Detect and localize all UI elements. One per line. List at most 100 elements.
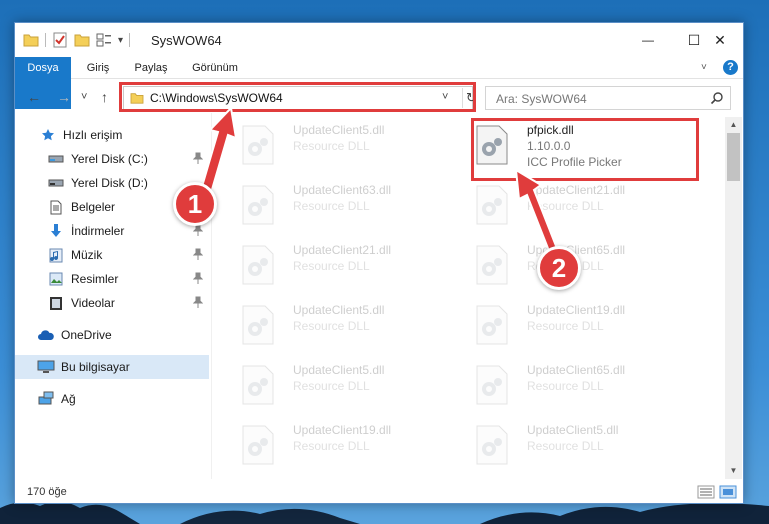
large-icons-view-icon[interactable] xyxy=(719,485,737,499)
search-placeholder[interactable]: Ara: SysWOW64 xyxy=(496,92,587,106)
dll-file-icon xyxy=(242,365,274,405)
pin-icon[interactable] xyxy=(193,248,203,260)
forward-button[interactable]: → xyxy=(57,89,71,105)
file-item[interactable]: UpdateClient65.dll Resource DLL xyxy=(467,359,697,411)
file-name: UpdateClient63.dll xyxy=(293,183,392,197)
scroll-up-icon[interactable]: ▲ xyxy=(725,117,742,133)
sidebar-item-label: Hızlı erişim xyxy=(63,128,123,142)
tab-home[interactable]: Giriş xyxy=(79,57,117,79)
file-item[interactable]: UpdateClient5.dll Resource DLL xyxy=(233,359,463,411)
dll-file-icon xyxy=(242,245,274,285)
file-type: Resource DLL xyxy=(293,139,370,153)
file-item[interactable]: UpdateClient21.dll Resource DLL xyxy=(467,179,697,231)
computer-icon xyxy=(37,359,55,375)
file-item[interactable]: UpdateClient5.dll Resource DLL xyxy=(233,299,463,351)
help-button[interactable]: ? xyxy=(723,60,738,75)
pin-icon[interactable] xyxy=(193,296,203,308)
file-name: UpdateClient19.dll xyxy=(293,423,392,437)
details-view-icon[interactable] xyxy=(697,485,715,499)
sidebar-item-label: Yerel Disk (C:) xyxy=(71,152,148,166)
dll-file-icon xyxy=(242,185,274,225)
minimize-button[interactable]: — xyxy=(625,23,671,57)
file-name: UpdateClient5.dll xyxy=(293,123,385,137)
sidebar-item-label: Belgeler xyxy=(71,200,116,214)
qat-dropdown-icon[interactable]: ▾ xyxy=(118,35,123,46)
navigation-pane: Hızlı erişim Yerel Disk (C:) Yerel Disk … xyxy=(15,119,211,479)
drive-icon xyxy=(47,151,65,167)
sidebar-item-label: Yerel Disk (D:) xyxy=(71,176,148,190)
search-box[interactable]: Ara: SysWOW64 xyxy=(485,86,731,110)
file-type: Resource DLL xyxy=(527,439,604,453)
sidebar-item-onedrive[interactable]: OneDrive xyxy=(15,323,209,347)
file-name: UpdateClient5.dll xyxy=(527,423,619,437)
title-bar: ▾ SysWOW64 — ☐ ✕ xyxy=(15,23,743,57)
video-icon xyxy=(47,295,65,311)
tab-share[interactable]: Paylaş xyxy=(129,57,173,79)
file-item[interactable]: UpdateClient19.dll Resource DLL xyxy=(467,299,697,351)
window-title: SysWOW64 xyxy=(151,33,222,48)
properties-icon[interactable] xyxy=(52,32,68,48)
dll-file-icon xyxy=(476,245,508,285)
sidebar-item-label: Müzik xyxy=(71,248,103,262)
sidebar-item-network[interactable]: Ağ xyxy=(15,387,209,411)
file-type: Resource DLL xyxy=(527,379,604,393)
address-bar-highlight xyxy=(119,82,476,112)
sidebar-item-local-disk-c[interactable]: Yerel Disk (C:) xyxy=(15,147,209,171)
tab-view[interactable]: Görünüm xyxy=(185,57,245,79)
music-icon xyxy=(47,247,65,263)
sidebar-item-label: Resimler xyxy=(71,272,119,286)
sidebar-item-music[interactable]: Müzik xyxy=(15,243,209,267)
view-options-icon[interactable] xyxy=(96,33,112,47)
item-count: 170 öğe xyxy=(27,486,67,498)
close-button[interactable]: ✕ xyxy=(697,23,743,57)
sidebar-item-this-pc[interactable]: Bu bilgisayar xyxy=(15,355,209,379)
cloud-icon xyxy=(37,327,55,343)
file-highlight xyxy=(471,118,699,181)
step-2-badge: 2 xyxy=(537,246,581,290)
up-button[interactable]: ↑ xyxy=(101,89,108,105)
file-item[interactable]: UpdateClient5.dll Resource DLL xyxy=(467,419,697,471)
pin-icon[interactable] xyxy=(193,272,203,284)
sidebar-item-pictures[interactable]: Resimler xyxy=(15,267,209,291)
file-item[interactable]: UpdateClient19.dll Resource DLL xyxy=(233,419,463,471)
sidebar-item-quick-access[interactable]: Hızlı erişim xyxy=(15,123,209,147)
sidebar-item-label: OneDrive xyxy=(61,328,112,342)
file-type: Resource DLL xyxy=(293,199,370,213)
dll-file-icon xyxy=(476,425,508,465)
minimize-icon: — xyxy=(642,33,654,47)
drive-icon xyxy=(47,175,65,191)
sidebar-item-label: Videolar xyxy=(71,296,115,310)
folder-icon[interactable] xyxy=(23,33,39,47)
sidebar-item-videos[interactable]: Videolar xyxy=(15,291,209,315)
toolbar-separator xyxy=(45,33,46,47)
file-type: Resource DLL xyxy=(527,199,604,213)
new-folder-icon[interactable] xyxy=(74,33,90,47)
vertical-scrollbar[interactable]: ▲ ▼ xyxy=(725,117,742,479)
dll-file-icon xyxy=(476,185,508,225)
file-name: UpdateClient19.dll xyxy=(527,303,626,317)
file-type: Resource DLL xyxy=(527,319,604,333)
scroll-down-icon[interactable]: ▼ xyxy=(725,463,742,479)
dll-file-icon xyxy=(242,425,274,465)
back-button[interactable]: ← xyxy=(27,89,41,105)
dll-file-icon xyxy=(476,365,508,405)
file-item[interactable]: UpdateClient63.dll Resource DLL xyxy=(233,179,463,231)
pin-icon[interactable] xyxy=(193,152,203,164)
dll-file-icon xyxy=(242,305,274,345)
dll-file-icon xyxy=(242,125,274,165)
pane-divider xyxy=(211,113,212,479)
file-type: Resource DLL xyxy=(293,259,370,273)
recent-locations-button[interactable]: ˅ xyxy=(81,91,87,103)
sidebar-item-downloads[interactable]: İndirmeler xyxy=(15,219,209,243)
ribbon-expand-icon[interactable]: ˅ xyxy=(701,62,707,73)
file-item[interactable]: UpdateClient5.dll Resource DLL xyxy=(233,119,463,171)
file-name: UpdateClient21.dll xyxy=(293,243,392,257)
step-1-badge: 1 xyxy=(173,182,217,226)
file-item[interactable]: UpdateClient65.dll Resource DLL xyxy=(467,239,697,291)
file-item[interactable]: UpdateClient21.dll Resource DLL xyxy=(233,239,463,291)
ribbon-tabs: Dosya Giriş Paylaş Görünüm ˅ ? xyxy=(15,57,743,109)
file-name: UpdateClient21.dll xyxy=(527,183,626,197)
scrollbar-thumb[interactable] xyxy=(727,133,740,181)
dll-file-icon xyxy=(476,305,508,345)
search-icon[interactable] xyxy=(710,91,724,105)
